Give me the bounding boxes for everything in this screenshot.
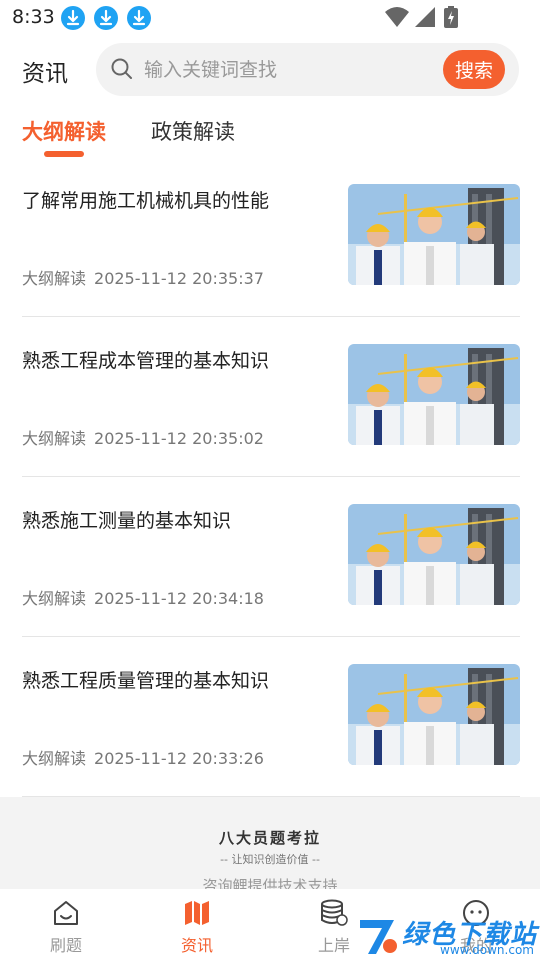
- article-meta: 大纲解读 2025-11-12 20:33:26: [22, 745, 264, 769]
- tab-outline-interpretation[interactable]: 大纲解读: [22, 116, 106, 146]
- footer-promo: 八大员题考拉 -- 让知识创造价值 -- 咨询鲤提供技术支持: [0, 797, 540, 895]
- search-button[interactable]: 搜索: [443, 50, 505, 89]
- home-icon: [54, 901, 78, 925]
- article-item[interactable]: 了解常用施工机械机具的性能 大纲解读 2025-11-12 20:35:37: [22, 184, 520, 346]
- signal-icon: [415, 7, 435, 27]
- download-icon: [127, 6, 151, 30]
- article-title: 熟悉工程成本管理的基本知识: [22, 350, 270, 372]
- article-title: 熟悉工程质量管理的基本知识: [22, 670, 270, 692]
- status-time: 8:33: [12, 6, 55, 28]
- nav-label: 资讯: [180, 936, 213, 955]
- site-watermark: 绿色下载站 www.down.com: [352, 912, 540, 960]
- app-name: 八大员题考拉: [218, 829, 321, 847]
- search-bar[interactable]: 搜索: [96, 43, 519, 96]
- article-datetime: 2025-11-12 20:34:18: [94, 589, 264, 608]
- map-icon: [185, 901, 209, 925]
- search-icon: [111, 58, 132, 79]
- construction-workers-image: [348, 664, 520, 765]
- app-slogan: -- 让知识创造价值 --: [220, 853, 320, 866]
- construction-workers-image: [348, 184, 520, 285]
- article-thumbnail: [348, 184, 520, 285]
- article-item[interactable]: 熟悉工程成本管理的基本知识 大纲解读 2025-11-12 20:35:02: [22, 344, 520, 506]
- nav-item-practice[interactable]: 刷题: [6, 889, 126, 960]
- status-bar: 8:33: [0, 0, 540, 36]
- article-datetime: 2025-11-12 20:35:37: [94, 269, 264, 288]
- article-thumbnail: [348, 664, 520, 765]
- tab-active-indicator: [44, 151, 84, 157]
- tab-policy-interpretation[interactable]: 政策解读: [151, 116, 235, 146]
- battery-charging-icon: [444, 6, 458, 28]
- article-meta: 大纲解读 2025-11-12 20:34:18: [22, 585, 264, 609]
- divider: [22, 316, 520, 317]
- nav-item-news[interactable]: 资讯: [137, 889, 257, 960]
- article-tag: 大纲解读: [22, 269, 87, 288]
- watermark-url: www.down.com: [440, 943, 534, 957]
- article-tag: 大纲解读: [22, 749, 87, 768]
- article-datetime: 2025-11-12 20:33:26: [94, 749, 264, 768]
- download-icon: [61, 6, 85, 30]
- article-title: 熟悉施工测量的基本知识: [22, 510, 232, 532]
- construction-workers-image: [348, 344, 520, 445]
- divider: [22, 476, 520, 477]
- search-input[interactable]: [142, 55, 426, 85]
- construction-workers-image: [348, 504, 520, 605]
- divider: [22, 636, 520, 637]
- database-star-icon: [321, 899, 348, 926]
- article-tag: 大纲解读: [22, 589, 87, 608]
- article-meta: 大纲解读 2025-11-12 20:35:02: [22, 425, 264, 449]
- article-datetime: 2025-11-12 20:35:02: [94, 429, 264, 448]
- nav-label: 刷题: [49, 936, 82, 955]
- download-icon: [94, 6, 118, 30]
- article-tag: 大纲解读: [22, 429, 87, 448]
- watermark-logo-icon: [360, 920, 397, 954]
- article-meta: 大纲解读 2025-11-12 20:35:37: [22, 265, 264, 289]
- article-thumbnail: [348, 504, 520, 605]
- article-thumbnail: [348, 344, 520, 445]
- article-title: 了解常用施工机械机具的性能: [22, 190, 270, 212]
- wifi-icon: [385, 7, 409, 27]
- article-item[interactable]: 熟悉施工测量的基本知识 大纲解读 2025-11-12 20:34:18: [22, 504, 520, 666]
- page-title: 资讯: [22, 61, 68, 87]
